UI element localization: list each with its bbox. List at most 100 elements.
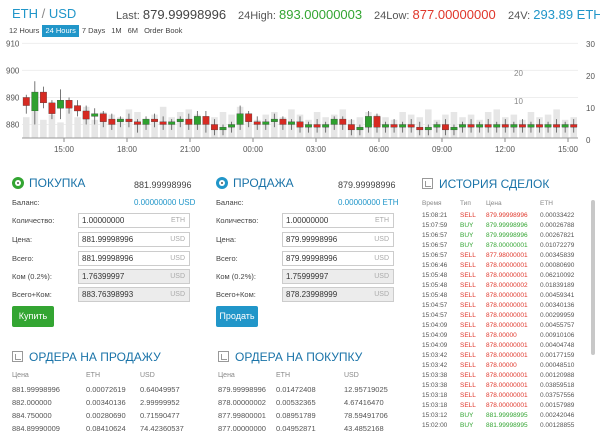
sell-price-value: 879.99998996 xyxy=(286,235,338,244)
candle-body xyxy=(433,124,441,128)
candle-body xyxy=(228,124,235,128)
trade-type: SELL xyxy=(460,212,476,219)
trade-type: SELL xyxy=(460,332,476,339)
volume-bar xyxy=(23,117,30,138)
sell-title-text: ПРОДАЖА xyxy=(233,176,294,190)
x-tick-label: 18:00 xyxy=(117,145,138,154)
sell-orders-title-text: ОРДЕРА НА ПРОДАЖУ xyxy=(29,350,161,364)
sell-qty-input[interactable]: 1.00000000 ETH xyxy=(282,213,394,228)
buy-panel-title: ПОКУПКА xyxy=(12,176,85,190)
trade-type: SELL xyxy=(460,272,476,279)
buy-grand-value: 883.76398993 xyxy=(82,290,134,299)
order-cell: 0.00280690 xyxy=(86,411,126,420)
trade-time: 15:04:09 xyxy=(422,322,448,329)
history-row: 15:03:42 SELL 878.00000 0.00048510 xyxy=(422,362,582,372)
pair-quote[interactable]: USD xyxy=(49,6,76,21)
sell-orders-header-price: Цена xyxy=(12,372,29,379)
y-tick-left: 900 xyxy=(6,66,20,75)
buy-fee-unit: USD xyxy=(170,273,185,280)
buy-orders-header-eth: ETH xyxy=(276,372,290,379)
sell-grand-label: Всего+Ком: xyxy=(216,290,256,299)
order-cell: 0.08951789 xyxy=(276,411,316,420)
trade-type: BUY xyxy=(460,232,474,239)
history-scrollbar[interactable] xyxy=(591,200,595,355)
sell-fee-field: 1.75999997 USD xyxy=(282,269,394,284)
sell-button[interactable]: Продать xyxy=(216,306,258,327)
y-tick-left: 880 xyxy=(6,120,20,129)
candle-body xyxy=(74,105,82,112)
candle-body xyxy=(262,121,270,125)
high-label: 24High: xyxy=(238,10,276,22)
period-tab[interactable]: 7 Days xyxy=(79,25,108,37)
trade-time: 15:03:18 xyxy=(422,392,448,399)
trade-price: 881.99998995 xyxy=(486,412,528,419)
trade-amount: 0.00177159 xyxy=(540,352,575,359)
pair-base[interactable]: ETH xyxy=(12,6,38,21)
trade-type: SELL xyxy=(460,342,476,349)
trade-amount: 0.00459341 xyxy=(540,292,575,299)
order-cell: 2.99999952 xyxy=(140,398,180,407)
trade-amount: 0.00267821 xyxy=(540,232,575,239)
order-cell[interactable]: 882.000000 xyxy=(12,398,52,407)
x-tick-label: 06:00 xyxy=(369,145,390,154)
order-cell: 74.42360537 xyxy=(140,424,184,433)
trade-type: BUY xyxy=(460,242,474,249)
sell-price-input[interactable]: 879.99998996 USD xyxy=(282,232,394,247)
candle-body xyxy=(279,118,287,125)
trade-price: 879.99998996 xyxy=(486,212,528,219)
trade-type: SELL xyxy=(460,282,476,289)
candle-body xyxy=(356,127,364,131)
period-tab[interactable]: 1M xyxy=(108,25,124,37)
history-header-type: Тип xyxy=(460,200,471,207)
order-cell[interactable]: 878.00000002 xyxy=(218,398,266,407)
order-cell[interactable]: 884.750000 xyxy=(12,411,52,420)
sell-total-input[interactable]: 879.99998996 USD xyxy=(282,251,394,266)
buy-balance-value[interactable]: 0.00000000 USD xyxy=(134,198,195,207)
period-tab[interactable]: 6M xyxy=(125,25,141,37)
buy-balance-label: Баланс: xyxy=(12,198,40,207)
trade-time: 15:08:21 xyxy=(422,212,448,219)
trade-type: BUY xyxy=(460,422,474,429)
trade-type: SELL xyxy=(460,392,476,399)
buy-price-input[interactable]: 881.99998996 USD xyxy=(78,232,190,247)
buy-qty-input[interactable]: 1.00000000 ETH xyxy=(78,213,190,228)
order-cell[interactable]: 884.89990009 xyxy=(12,424,60,433)
sell-grand-unit: USD xyxy=(374,291,389,298)
order-cell[interactable]: 877.99800001 xyxy=(218,411,266,420)
sell-balance-value[interactable]: 0.00000000 ETH xyxy=(338,198,399,207)
trade-price: 878.00000001 xyxy=(486,312,528,319)
buy-total-input[interactable]: 881.99998996 USD xyxy=(78,251,190,266)
x-tick-label: 21:00 xyxy=(180,145,201,154)
trade-price: 878.00000001 xyxy=(486,402,528,409)
order-cell[interactable]: 877.00000000 xyxy=(218,424,266,433)
period-tab[interactable]: 24 Hours xyxy=(42,25,79,37)
trade-amount: 0.00242046 xyxy=(540,412,575,419)
order-cell: 0.64049957 xyxy=(140,385,180,394)
trade-price: 878.00000001 xyxy=(486,382,528,389)
trade-price: 878.00000001 xyxy=(486,242,528,249)
history-row: 15:07:59 BUY 879.99998996 0.00026788 xyxy=(422,222,582,232)
buy-orders-title: ОРДЕРА НА ПОКУПКУ xyxy=(218,350,362,364)
y-tick-volume: 20 xyxy=(514,69,523,78)
buy-grand-unit: USD xyxy=(170,291,185,298)
trade-price: 879.99998996 xyxy=(486,222,528,229)
trade-time: 15:03:12 xyxy=(422,412,448,419)
order-cell[interactable]: 881.99998996 xyxy=(12,385,60,394)
history-row: 15:02:00 BUY 881.99998995 0.00128855 xyxy=(422,422,582,432)
candle-body xyxy=(211,124,218,131)
candle-body xyxy=(373,116,381,128)
buy-grand-label: Всего+Ком: xyxy=(12,290,52,299)
period-tab[interactable]: Order Book xyxy=(141,25,185,37)
trade-price: 878.00000001 xyxy=(486,292,528,299)
period-tab[interactable]: 12 Hours xyxy=(6,25,42,37)
trade-time: 15:03:18 xyxy=(422,402,448,409)
buy-total-unit: USD xyxy=(170,255,185,262)
sell-best-price: 879.99998996 xyxy=(338,180,396,190)
period-tabs: 12 Hours 24 Hours 7 Days 1M 6M Order Book xyxy=(6,25,185,37)
buy-button[interactable]: Купить xyxy=(12,306,54,327)
buy-grand-field: 883.76398993 USD xyxy=(78,287,190,302)
buy-orders-header-usd: USD xyxy=(344,372,359,379)
order-cell[interactable]: 879.99998996 xyxy=(218,385,266,394)
candle-body xyxy=(202,116,210,125)
candle-body xyxy=(48,102,56,114)
